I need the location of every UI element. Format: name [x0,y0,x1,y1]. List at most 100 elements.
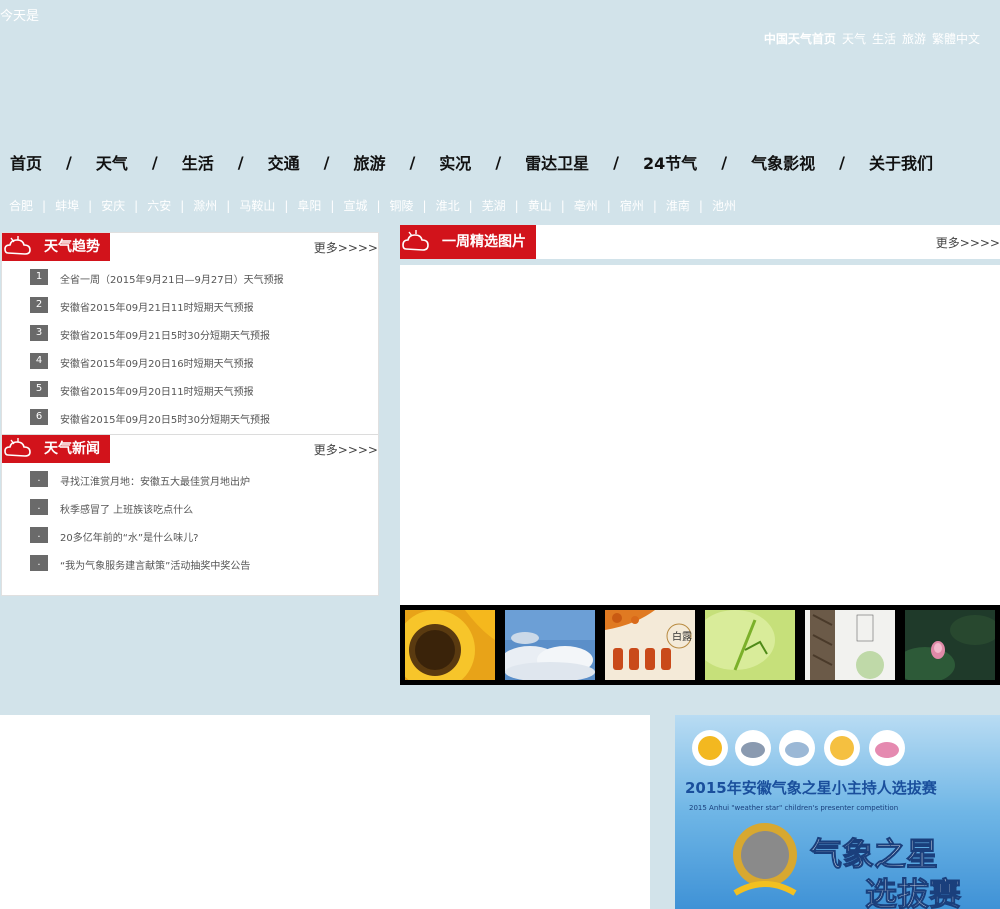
nav-separator: / [495,152,502,172]
nav-weather[interactable]: 天气 [96,150,128,174]
news-item-link[interactable]: 秋季感冒了 上班族该吃点什么 [60,501,193,516]
trend-item-link[interactable]: 安徽省2015年09月21日11时短期天气预报 [60,299,254,314]
cloud-logo-icon [2,233,36,261]
weather-star-banner[interactable]: 2015年安徽气象之星小主持人选拔赛 2015 Anhui "weather s… [675,715,1000,909]
city-separator: | [180,198,185,213]
list-item: 6 安徽省2015年09月20日5时30分短期天气预报 [2,401,378,429]
nav-separator: / [66,152,72,172]
photos-header: 一周精选图片 更多>>>> [400,225,1000,259]
city-separator: | [330,198,335,213]
cloud-logo-icon [2,435,36,463]
banner-headline-2: 选拔赛 [865,875,962,909]
nav-about-us[interactable]: 关于我们 [869,150,933,174]
thumbnail-tree[interactable] [805,610,895,680]
bullet-badge: . [30,527,48,543]
city-link[interactable]: 六安 [147,197,171,214]
city-separator: | [698,198,703,213]
city-link[interactable]: 淮北 [436,197,460,214]
nav-separator: / [409,152,416,172]
nav-radar-satellite[interactable]: 雷达卫星 [525,150,589,174]
trend-item-link[interactable]: 安徽省2015年09月20日16时短期天气预报 [60,355,254,370]
trend-title: 天气趋势 [36,233,110,261]
featured-photo[interactable] [400,265,1000,605]
content-area [0,715,650,909]
banner-headline: 气象之星 [810,835,938,873]
nav-weather-video[interactable]: 气象影视 [751,150,815,174]
city-link[interactable]: 亳州 [574,197,598,214]
city-link[interactable]: 滁州 [193,197,217,214]
nav-separator: / [721,152,728,172]
list-item: 1 全省一周（2015年9月21日—9月27日）天气预报 [2,261,378,289]
city-separator: | [514,198,519,213]
nav-travel[interactable]: 旅游 [353,150,385,174]
trend-header: 天气趋势 更多>>>> [2,233,378,261]
city-link[interactable]: 合肥 [9,197,33,214]
trend-item-link[interactable]: 安徽省2015年09月21日5时30分短期天气预报 [60,327,270,342]
city-nav: 合肥 | 蚌埠 | 安庆 | 六安 | 滁州 | 马鞍山 | 阜阳 | 宣城 | 铜陵 | 淮北 |… [9,197,736,214]
top-link-home[interactable]: 中国天气首页 [764,30,836,47]
city-link[interactable]: 阜阳 [297,197,321,214]
nav-separator: / [323,152,330,172]
trend-item-link[interactable]: 安徽省2015年09月20日5时30分短期天气预报 [60,411,270,426]
nav-separator: / [151,152,158,172]
city-link[interactable]: 蚌埠 [55,197,79,214]
rank-badge: 1 [30,269,48,285]
news-item-link[interactable]: 20多亿年前的“水”是什么味儿? [60,529,198,544]
city-link[interactable]: 淮南 [666,197,690,214]
top-link-travel[interactable]: 旅游 [902,30,926,47]
top-links: 中国天气首页 天气 生活 旅游 繁體中文 [764,30,980,47]
thumbnail-clouds[interactable] [505,610,595,680]
trend-item-link[interactable]: 全省一周（2015年9月21日—9月27日）天气预报 [60,271,284,286]
top-link-life[interactable]: 生活 [872,30,896,47]
city-link[interactable]: 安庆 [101,197,125,214]
news-item-link[interactable]: “我为气象服务建言献策”活动抽奖中奖公告 [60,557,250,572]
banner-subtitle: 2015 Anhui "weather star" children's pre… [689,804,898,812]
nav-life[interactable]: 生活 [182,150,214,174]
city-separator: | [134,198,139,213]
city-separator: | [606,198,611,213]
bullet-badge: . [30,555,48,571]
nav-observation[interactable]: 实况 [439,150,471,174]
thumbnail-sunflower[interactable] [405,610,495,680]
nav-traffic[interactable]: 交通 [268,150,300,174]
thumbnail-lotus[interactable] [905,610,995,680]
rank-badge: 2 [30,297,48,313]
city-link[interactable]: 池州 [712,197,736,214]
trend-list: 1 全省一周（2015年9月21日—9月27日）天气预报 2 安徽省2015年09月… [2,261,378,429]
list-item: 2 安徽省2015年09月21日11时短期天气预报 [2,289,378,317]
bullet-badge: . [30,471,48,487]
top-link-weather[interactable]: 天气 [842,30,866,47]
city-link[interactable]: 黄山 [528,197,552,214]
city-separator: | [422,198,427,213]
trend-more-link[interactable]: 更多>>>> [314,239,378,256]
news-more-link[interactable]: 更多>>>> [314,441,378,458]
city-link[interactable]: 宿州 [620,197,644,214]
main-nav: 首页 / 天气 / 生活 / 交通 / 旅游 / 实况 / 雷达卫星 / 24节气 / 气象影视… [10,150,933,174]
city-separator: | [42,198,47,213]
city-link[interactable]: 铜陵 [390,197,414,214]
photos-more-link[interactable]: 更多>>>> [936,234,1000,251]
nav-solar-terms[interactable]: 24节气 [643,150,697,174]
news-item-link[interactable]: 寻找江淮赏月地：安徽五大最佳赏月地出炉 [60,473,250,488]
news-list: . 寻找江淮赏月地：安徽五大最佳赏月地出炉 . 秋季感冒了 上班族该吃点什么 . 20… [2,463,378,575]
nav-separator: / [839,152,845,172]
city-link[interactable]: 芜湖 [482,197,506,214]
thumbnail-autumn[interactable]: 白露 [605,610,695,680]
city-separator: | [376,198,381,213]
list-item: 5 安徽省2015年09月20日11时短期天气预报 [2,373,378,401]
city-separator: | [652,198,657,213]
city-separator: | [560,198,565,213]
today-label: 今天是 [0,9,40,24]
trend-item-link[interactable]: 安徽省2015年09月20日11时短期天气预报 [60,383,254,398]
nav-separator: / [613,152,620,172]
bullet-badge: . [30,499,48,515]
top-link-traditional-chinese[interactable]: 繁體中文 [932,30,980,47]
city-separator: | [226,198,231,213]
nav-home[interactable]: 首页 [10,150,42,174]
list-item: 3 安徽省2015年09月21日5时30分短期天气预报 [2,317,378,345]
rank-badge: 5 [30,381,48,397]
thumbnail-mantis[interactable] [705,610,795,680]
city-link[interactable]: 马鞍山 [239,197,275,214]
city-link[interactable]: 宣城 [343,197,367,214]
list-item: . 20多亿年前的“水”是什么味儿? [2,519,378,547]
